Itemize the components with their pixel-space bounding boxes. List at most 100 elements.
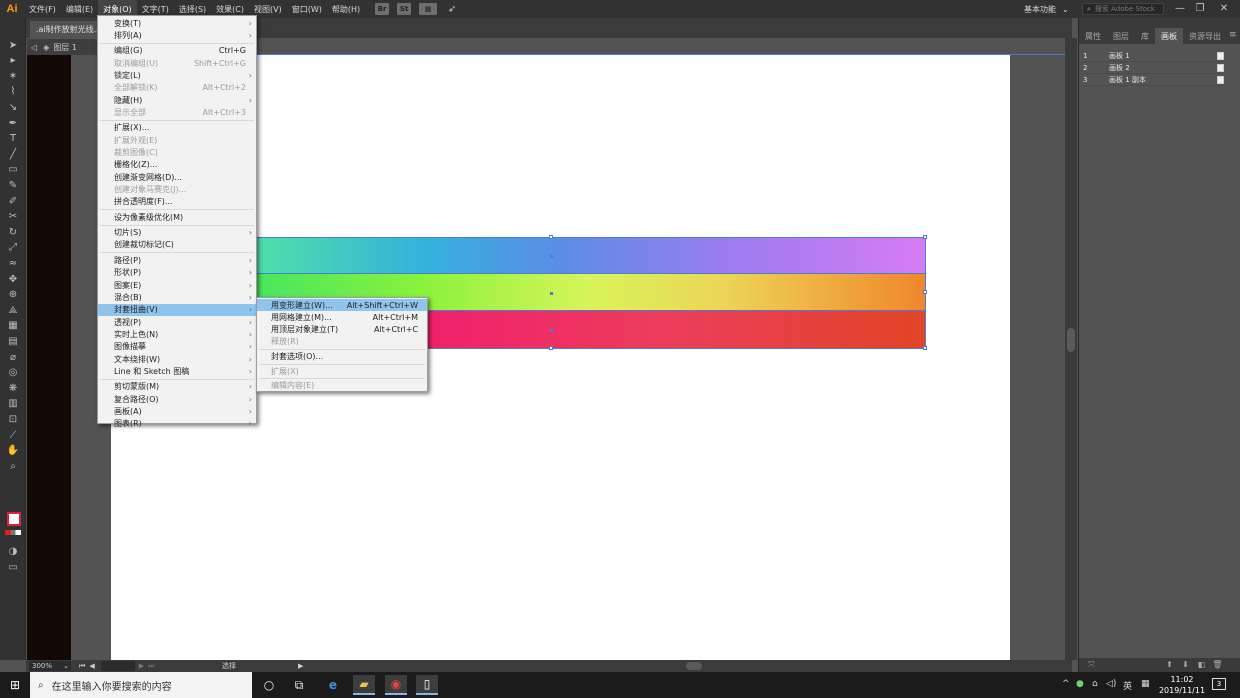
object-menu-item[interactable]: 编组(G) Ctrl+G (98, 45, 256, 57)
chrome-icon[interactable]: ◉ (385, 675, 407, 695)
file-explorer-icon[interactable]: ▰ (353, 675, 375, 695)
menu-1[interactable]: 编辑(E) (61, 0, 98, 18)
blend-tool-icon[interactable]: ◎ (5, 366, 21, 380)
mesh-tool-icon[interactable]: ▦ (5, 319, 21, 333)
object-menu-item[interactable]: 图表(R) › (98, 418, 256, 430)
selection-tool-icon[interactable]: ➤ (5, 38, 21, 52)
stock-icon[interactable]: St (397, 3, 412, 15)
perspective-grid-tool-icon[interactable]: ⟁ (5, 303, 21, 317)
selection-handle[interactable] (549, 235, 553, 239)
object-menu-item[interactable]: 图案(E) › (98, 279, 256, 291)
ime-mode-icon[interactable]: ▦ (1141, 679, 1150, 689)
cortana-icon[interactable]: ○ (258, 675, 280, 695)
artboard-options-icon[interactable] (1217, 63, 1224, 72)
object-menu-item[interactable]: 封套扭曲(V) › (98, 303, 256, 316)
zoom-level-select[interactable]: 300% ⌄ (29, 661, 71, 671)
app-logo[interactable]: Ai (0, 0, 24, 18)
taskbar-clock[interactable]: 11:02 2019/11/11 (1156, 674, 1208, 696)
document-app-icon[interactable]: ▯ (416, 675, 438, 695)
panel-tab-3[interactable]: 画板 (1155, 28, 1183, 44)
artboard-row[interactable]: 1 画板 1 (1083, 50, 1224, 62)
object-menu-item[interactable]: 裁剪图像(C) (98, 147, 256, 159)
warp-tool-icon[interactable]: ≈ (5, 256, 21, 270)
last-artboard-icon[interactable]: ⏭ (148, 662, 154, 671)
network-icon[interactable]: ⌂ (1092, 679, 1098, 689)
line-tool-icon[interactable]: ╱ (5, 147, 21, 161)
object-menu-item[interactable]: 设为像素级优化(M) (98, 211, 256, 223)
fill-stroke-swatch[interactable] (7, 512, 21, 526)
selection-handle[interactable] (923, 235, 927, 239)
panel-tab-1[interactable]: 图层 (1107, 28, 1135, 44)
taskbar-search-input[interactable]: ⌕ 在这里输入你要搜索的内容 (30, 672, 252, 698)
puppet-warp-tool-icon[interactable]: ✥ (5, 272, 21, 286)
object-menu-item[interactable]: 形状(P) › (98, 267, 256, 279)
move-up-icon[interactable]: ⬆ (1165, 660, 1174, 669)
task-view-icon[interactable]: ⧉ (288, 675, 310, 695)
column-graph-tool-icon[interactable]: ▥ (5, 397, 21, 411)
shaper-tool-icon[interactable]: ✐ (5, 194, 21, 208)
first-artboard-icon[interactable]: ⏮ (79, 662, 85, 671)
arrange-documents-icon[interactable]: ▦ (419, 3, 438, 15)
object-menu-item[interactable]: 创建渐变网格(D)... (98, 171, 256, 183)
envelope-submenu-item[interactable]: 释放(R) (257, 336, 427, 348)
object-menu-item[interactable]: 路径(P) › (98, 254, 256, 266)
artboard-row[interactable]: 3 画板 1 副本 (1083, 74, 1224, 86)
paintbrush-tool-icon[interactable]: ✎ (5, 178, 21, 192)
object-menu-item[interactable]: 取消编组(U) Shift+Ctrl+G (98, 57, 256, 69)
lasso-tool-icon[interactable]: ⌇ (5, 85, 21, 99)
horizontal-scroll-thumb[interactable] (686, 662, 702, 670)
shape-builder-tool-icon[interactable]: ⊕ (5, 288, 21, 302)
tray-expand-icon[interactable]: ^ (1062, 679, 1070, 689)
stock-search-input[interactable]: ⌕ 搜索 Adobe Stock (1082, 3, 1164, 15)
slice-tool-icon[interactable]: ⟋ (5, 428, 21, 442)
envelope-submenu-item[interactable]: 扩展(X) (257, 365, 427, 377)
rectangle-tool-icon[interactable]: ▭ (5, 163, 21, 177)
gradient-tool-icon[interactable]: ▤ (5, 334, 21, 348)
envelope-submenu-item[interactable]: 用变形建立(W)... Alt+Shift+Ctrl+W (257, 299, 427, 311)
menu-7[interactable]: 窗口(W) (287, 0, 327, 18)
scissors-tool-icon[interactable]: ✂ (5, 210, 21, 224)
type-tool-icon[interactable]: T (5, 132, 21, 146)
selection-handle[interactable] (923, 290, 927, 294)
delete-icon[interactable]: 🗑 (1212, 660, 1222, 669)
panel-tab-4[interactable]: 资源导出 (1183, 28, 1227, 44)
vertical-scroll-thumb[interactable] (1067, 328, 1075, 352)
panel-tab-2[interactable]: 库 (1135, 28, 1155, 44)
selection-handle[interactable] (549, 346, 553, 350)
prev-artboard-icon[interactable]: ◀ (89, 662, 94, 670)
artboard-options-icon[interactable] (1217, 75, 1224, 84)
object-menu-item[interactable]: 混合(B) › (98, 291, 256, 303)
artboard-number-select[interactable] (100, 661, 135, 671)
object-menu-item[interactable]: 隐藏(H) › (98, 94, 256, 106)
object-menu-item[interactable]: 切片(S) › (98, 227, 256, 239)
object-menu-item[interactable]: 锁定(L) › (98, 69, 256, 81)
workspace-switcher[interactable]: 基本功能 ⌄ (1024, 0, 1069, 18)
object-menu-item[interactable]: 栅格化(Z)... (98, 159, 256, 171)
status-arrow-icon[interactable]: ▶ (298, 662, 303, 670)
artboard-row[interactable]: 2 画板 2 (1083, 62, 1224, 74)
object-menu-item[interactable]: 图像描摹 › (98, 341, 256, 353)
object-menu-item[interactable]: 复合路径(O) › (98, 393, 256, 405)
screen-mode-icon[interactable]: ▭ (5, 560, 21, 574)
volume-icon[interactable]: ◁) (1106, 679, 1116, 689)
menu-0[interactable]: 文件(F) (24, 0, 61, 18)
next-artboard-icon[interactable]: ▶ (139, 662, 144, 670)
object-menu-item[interactable]: 显示全部 Alt+Ctrl+3 (98, 106, 256, 118)
object-menu-item[interactable]: 剪切蒙版(M) › (98, 381, 256, 393)
envelope-submenu-item[interactable]: 用顶层对象建立(T) Alt+Ctrl+C (257, 323, 427, 335)
envelope-submenu-item[interactable]: 编辑内容(E) (257, 380, 427, 392)
gpu-rocket-icon[interactable]: ➶ (445, 3, 459, 15)
restore-button[interactable]: ❐ (1190, 0, 1210, 16)
wechat-tray-icon[interactable]: ● (1076, 679, 1084, 689)
artboard-options-icon[interactable] (1217, 51, 1224, 60)
gradient-band-top[interactable] (256, 237, 925, 273)
rotate-tool-icon[interactable]: ↻ (5, 225, 21, 239)
envelope-submenu-item[interactable]: 封套选项(O)... (257, 350, 427, 362)
object-menu-item[interactable]: 创建对象马赛克(J)... (98, 184, 256, 196)
object-menu-item[interactable]: 实时上色(N) › (98, 328, 256, 340)
windows-start-icon[interactable]: ⊞ (0, 672, 30, 698)
object-menu-item[interactable]: 扩展外观(E) (98, 134, 256, 146)
object-menu-item[interactable]: 全部解锁(K) Alt+Ctrl+2 (98, 82, 256, 94)
object-menu-item[interactable]: 变换(T) › (98, 17, 256, 29)
pen-tool-icon[interactable]: ✒ (5, 116, 21, 130)
